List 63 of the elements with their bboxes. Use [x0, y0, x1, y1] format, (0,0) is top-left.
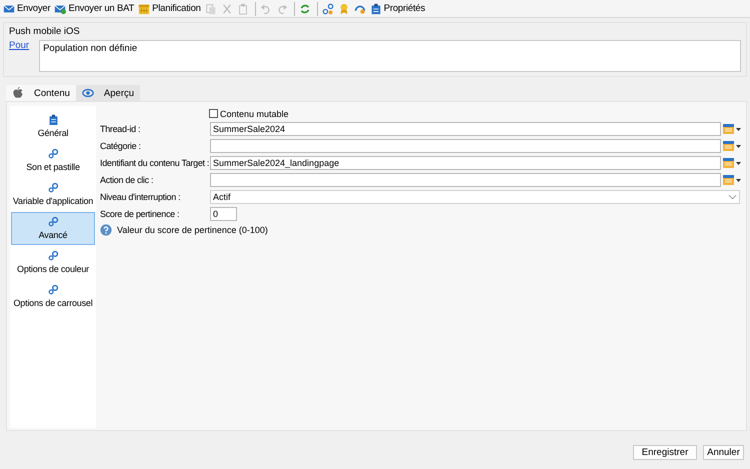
picker-button[interactable]	[721, 138, 742, 152]
sidebar-item[interactable]: Général	[11, 110, 95, 143]
envelope-check-icon	[54, 2, 66, 14]
envelope-icon	[3, 2, 15, 14]
clipboard-icon	[370, 2, 382, 14]
tab[interactable]: Contenu	[6, 85, 76, 101]
text-field[interactable]: SummerSale2024_landingpage	[210, 156, 721, 170]
target-field[interactable]: Population non définie	[39, 40, 741, 72]
number-field[interactable]: 0	[210, 206, 237, 220]
picker-button[interactable]	[721, 156, 742, 170]
chevron-down-icon	[728, 194, 737, 200]
picker-button[interactable]	[721, 122, 742, 136]
toolbar-button[interactable]: Envoyer un BAT	[53, 0, 138, 16]
cancel-button[interactable]: Annuler	[703, 444, 744, 460]
sidebar-item[interactable]: Avancé	[11, 212, 95, 245]
list-picker-icon	[722, 156, 742, 168]
refresh-icon	[298, 2, 311, 14]
sidebar-item[interactable]: Variable d'application	[11, 178, 95, 211]
gears-icon	[48, 250, 58, 261]
text-field[interactable]: SummerSale2024	[210, 122, 721, 136]
redo-icon	[276, 2, 288, 14]
sidebar-item[interactable]: Options de couleur	[11, 246, 95, 279]
list-picker-icon	[722, 140, 742, 152]
tab[interactable]: Aperçu	[76, 85, 140, 101]
sidebar-item[interactable]: Son et pastille	[11, 144, 95, 177]
medal-icon	[338, 2, 350, 14]
target-link[interactable]: Pour	[9, 40, 30, 51]
checkbox[interactable]	[209, 109, 218, 118]
help-icon	[100, 224, 112, 236]
field-label: Catégorie :	[100, 140, 142, 150]
list-picker-icon	[722, 174, 742, 186]
picker-button[interactable]	[721, 172, 742, 186]
sidebar-item[interactable]: Options de carrousel	[11, 280, 95, 313]
toolbar-button[interactable]: Propriétés	[368, 0, 428, 16]
undo-icon	[260, 2, 272, 14]
eye-icon	[82, 87, 94, 99]
gears-icon	[48, 182, 58, 193]
gears-icon	[48, 148, 58, 159]
copy-icon	[204, 2, 217, 14]
dropdown[interactable]: Actif	[210, 190, 740, 204]
text-field[interactable]	[210, 138, 721, 152]
list-picker-icon	[722, 122, 742, 134]
save-button[interactable]: Enregistrer	[633, 444, 697, 460]
field-label: Identifiant du contenu Target :	[100, 158, 210, 168]
clipboard-icon	[48, 114, 58, 125]
paste-icon	[236, 2, 249, 14]
apple-icon	[12, 87, 24, 99]
field-label: Action de clic :	[100, 174, 154, 184]
field-label: Niveau d'interruption :	[100, 192, 182, 202]
toolbar-button[interactable]: Envoyer	[2, 0, 54, 16]
hint-text: Valeur du score de pertinence (0-100)	[117, 225, 268, 235]
gears-icon	[48, 284, 58, 295]
section-title: Push mobile iOS	[9, 26, 81, 37]
checkbox-label: Contenu mutable	[220, 108, 289, 118]
cut-icon	[220, 2, 233, 14]
field-label: Thread-id :	[100, 124, 142, 134]
calendar-icon	[138, 2, 150, 14]
gears-icon	[48, 216, 58, 227]
toolbar-button[interactable]: Planification	[137, 0, 204, 16]
field-label: Score de pertinence :	[100, 208, 180, 218]
text-field[interactable]	[210, 172, 721, 186]
link-icon	[322, 2, 334, 14]
gauge-icon	[354, 2, 366, 14]
